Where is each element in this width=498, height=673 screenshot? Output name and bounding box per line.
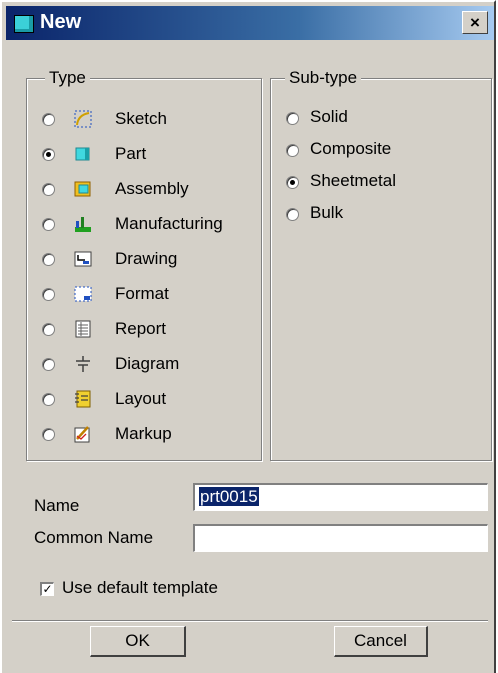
- type-label-sketch: Sketch: [115, 109, 167, 128]
- type-radio-sketch[interactable]: [42, 113, 55, 126]
- format-icon: [74, 286, 92, 302]
- subtype-radio-bulk[interactable]: [286, 208, 299, 221]
- type-radio-format[interactable]: [42, 288, 55, 301]
- subtype-radio-composite[interactable]: [286, 144, 299, 157]
- type-label-assembly: Assembly: [115, 179, 189, 198]
- type-radio-assembly[interactable]: [42, 183, 55, 196]
- type-radio-manufacturing[interactable]: [42, 218, 55, 231]
- subtype-radio-solid[interactable]: [286, 112, 299, 125]
- type-label-diagram: Diagram: [115, 354, 180, 373]
- type-label-markup: Markup: [115, 424, 172, 443]
- cancel-button[interactable]: Cancel: [334, 626, 428, 657]
- layout-icon: [75, 390, 91, 408]
- name-label: Name: [34, 496, 80, 515]
- sketch-icon: [74, 110, 92, 128]
- name-field[interactable]: prt0015: [193, 483, 488, 511]
- diagram-icon: [76, 356, 90, 372]
- subtype-group-title: Sub-type: [285, 68, 362, 88]
- type-group-title: Type: [45, 68, 90, 88]
- close-button[interactable]: ×: [462, 11, 488, 34]
- title-bar[interactable]: New ×: [6, 6, 494, 40]
- subtype-label-sheetmetal: Sheetmetal: [310, 171, 396, 190]
- assembly-icon: [74, 181, 91, 197]
- use-default-template-label: Use default template: [62, 578, 218, 597]
- type-radio-diagram[interactable]: [42, 358, 55, 371]
- type-label-part: Part: [115, 144, 147, 163]
- type-radio-report[interactable]: [42, 323, 55, 336]
- type-radio-part[interactable]: [42, 148, 55, 161]
- dialog-title: New: [40, 11, 82, 33]
- subtype-label-solid: Solid: [310, 107, 348, 126]
- report-icon: [75, 320, 91, 338]
- type-label-drawing: Drawing: [115, 249, 178, 268]
- subtype-radio-sheetmetal[interactable]: [286, 176, 299, 189]
- type-radio-layout[interactable]: [42, 393, 55, 406]
- drawing-icon: [74, 251, 92, 267]
- part-icon: [14, 15, 34, 33]
- type-label-report: Report: [115, 319, 167, 338]
- subtype-label-bulk: Bulk: [310, 203, 344, 222]
- type-label-manufacturing: Manufacturing: [115, 214, 223, 233]
- name-field-value: prt0015: [199, 487, 259, 506]
- ok-button[interactable]: OK: [90, 626, 186, 657]
- common-name-label: Common Name: [34, 528, 154, 547]
- divider: [12, 620, 488, 622]
- subtype-label-composite: Composite: [310, 139, 392, 158]
- markup-icon: [74, 426, 90, 443]
- part-icon: [75, 147, 90, 161]
- type-label-format: Format: [115, 284, 169, 303]
- type-radio-drawing[interactable]: [42, 253, 55, 266]
- type-radio-markup[interactable]: [42, 428, 55, 441]
- subtype-group: Sub-type: [270, 68, 492, 461]
- manufacturing-icon: [75, 217, 91, 232]
- new-dialog: New × Type Sub-type Sketch Part Assembly: [0, 0, 496, 673]
- use-default-template-checkbox[interactable]: ✓: [40, 582, 54, 596]
- type-label-layout: Layout: [115, 389, 167, 408]
- common-name-field[interactable]: [193, 524, 488, 552]
